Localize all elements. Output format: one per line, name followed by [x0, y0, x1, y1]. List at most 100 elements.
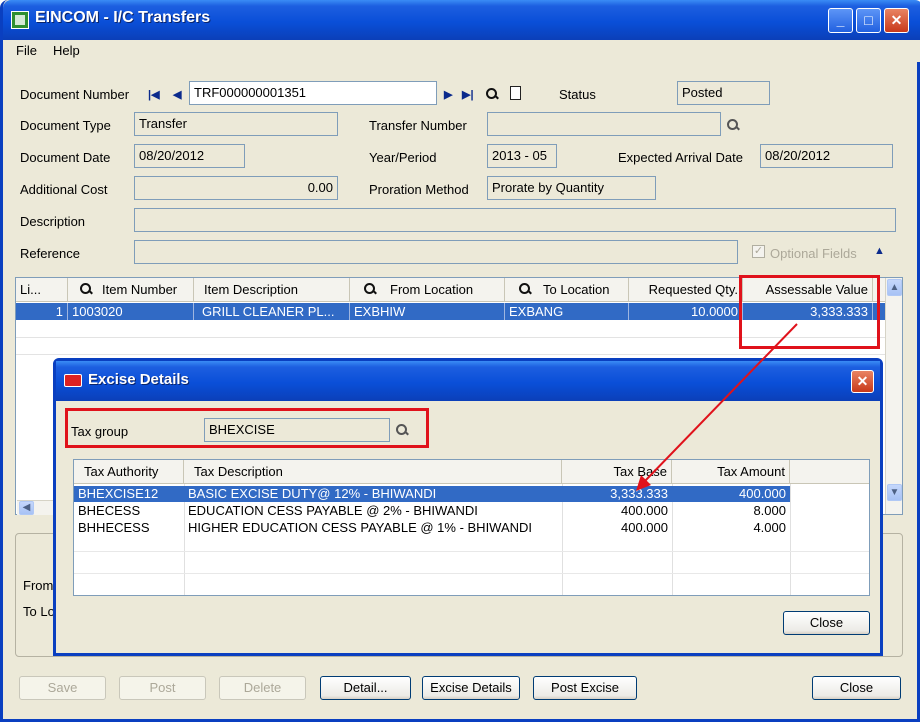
- reference-field[interactable]: [134, 240, 738, 264]
- year-period-label: Year/Period: [369, 150, 437, 165]
- dialog-title-bar[interactable]: Excise Details ✕: [56, 361, 880, 401]
- window-title: EINCOM - I/C Transfers: [35, 9, 211, 26]
- cell-tax-description: EDUCATION CESS PAYABLE @ 2% - BHIWANDI: [188, 503, 478, 518]
- grid-line: [74, 551, 869, 552]
- table-row[interactable]: BHECESS EDUCATION CESS PAYABLE @ 2% - BH…: [74, 503, 790, 519]
- delete-button[interactable]: Delete: [219, 676, 306, 700]
- description-label: Description: [20, 214, 86, 229]
- additional-cost-field[interactable]: 0.00: [134, 176, 338, 200]
- proration-method-label: Proration Method: [369, 182, 469, 197]
- cell-tax-description: HIGHER EDUCATION CESS PAYABLE @ 1% - BHI…: [188, 520, 533, 535]
- cell-tax-authority: BHHECESS: [78, 520, 150, 535]
- excise-details-dialog: Excise Details ✕ Tax group BHEXCISE Tax …: [53, 358, 883, 656]
- app-icon: [11, 11, 29, 29]
- col-to-location-header[interactable]: To Location: [505, 278, 629, 302]
- minimize-button[interactable]: _: [828, 8, 853, 33]
- col-item-description[interactable]: Item Description: [194, 278, 350, 302]
- cell-tax-authority: BHEXCISE12: [78, 486, 159, 501]
- optional-fields-label: Optional Fields: [770, 246, 857, 261]
- tax-group-finder-icon[interactable]: [396, 424, 408, 439]
- collapse-up-icon[interactable]: ▲: [874, 245, 885, 257]
- table-row[interactable]: BHEXCISE12 BASIC EXCISE DUTY@ 12% - BHIW…: [74, 486, 790, 502]
- document-type-label: Document Type: [20, 118, 111, 133]
- cell-tax-description: BASIC EXCISE DUTY@ 12% - BHIWANDI: [188, 486, 437, 501]
- cell-tax-base: 3,333.333: [610, 486, 668, 501]
- transfer-number-label: Transfer Number: [369, 118, 467, 133]
- to-location-finder-icon[interactable]: [519, 283, 531, 295]
- new-document-icon[interactable]: [510, 86, 521, 100]
- col-from-location-header[interactable]: From Location: [350, 278, 505, 302]
- scroll-left-icon[interactable]: ◀: [19, 501, 34, 515]
- document-date-label: Document Date: [20, 150, 111, 165]
- document-finder-icon[interactable]: [486, 88, 498, 103]
- cell-tax-base: 400.000: [621, 503, 668, 518]
- close-button[interactable]: Close: [812, 676, 901, 700]
- dialog-close-button[interactable]: Close: [783, 611, 870, 635]
- col-requested-qty[interactable]: Requested Qty.: [629, 278, 743, 302]
- description-field[interactable]: [134, 208, 896, 232]
- col-tax-amount[interactable]: Tax Amount: [672, 460, 790, 484]
- last-record-icon[interactable]: ▶|: [462, 88, 474, 101]
- dialog-icon: [64, 374, 82, 387]
- previous-record-icon[interactable]: ◀: [173, 88, 181, 101]
- to-location-label: To Lo: [23, 604, 55, 619]
- cell-from-location: EXBHIW: [350, 303, 505, 320]
- dialog-close-icon[interactable]: ✕: [851, 370, 874, 393]
- cell-tax-amount: 4.000: [753, 520, 786, 535]
- col-item-number: Item Number: [102, 282, 178, 297]
- tax-grid: Tax Authority Tax Description Tax Base T…: [73, 459, 870, 596]
- first-record-icon[interactable]: |◀: [148, 88, 160, 101]
- col-tax-authority[interactable]: Tax Authority: [74, 460, 184, 484]
- cell-tax-authority: BHECESS: [78, 503, 141, 518]
- dialog-title: Excise Details: [88, 371, 189, 388]
- reference-label: Reference: [20, 246, 80, 261]
- assessable-value-highlight: [739, 275, 880, 349]
- next-record-icon[interactable]: ▶: [444, 88, 452, 101]
- close-window-button[interactable]: ✕: [884, 8, 909, 33]
- transfer-number-field[interactable]: [487, 112, 721, 136]
- cell-tax-amount: 8.000: [753, 503, 786, 518]
- tax-group-label: Tax group: [71, 424, 129, 439]
- excise-details-button[interactable]: Excise Details: [422, 676, 520, 700]
- scroll-up-icon[interactable]: ▲: [887, 279, 902, 296]
- expected-arrival-field[interactable]: 08/20/2012: [760, 144, 893, 168]
- grid-horizontal-scrollbar[interactable]: ◀: [17, 500, 53, 515]
- post-button[interactable]: Post: [119, 676, 206, 700]
- cell-tax-amount: 400.000: [739, 486, 786, 501]
- grid-line: [16, 354, 886, 355]
- col-line[interactable]: Li...: [16, 278, 68, 302]
- menu-help[interactable]: Help: [53, 43, 80, 58]
- document-type-field[interactable]: Transfer: [134, 112, 338, 136]
- post-excise-button[interactable]: Post Excise: [533, 676, 637, 700]
- optional-fields-checkbox[interactable]: ✓: [752, 245, 765, 258]
- cell-item-number: 1003020: [68, 303, 194, 320]
- table-row[interactable]: BHHECESS HIGHER EDUCATION CESS PAYABLE @…: [74, 520, 790, 536]
- cell-to-location: EXBANG: [505, 303, 629, 320]
- from-label: From: [23, 578, 54, 593]
- scroll-down-icon[interactable]: ▼: [887, 484, 902, 501]
- col-tax-description[interactable]: Tax Description: [184, 460, 562, 484]
- transfer-number-finder-icon[interactable]: [727, 119, 739, 134]
- grid-vertical-scrollbar[interactable]: ▲ ▼: [885, 278, 902, 514]
- maximize-button[interactable]: □: [856, 8, 881, 33]
- grid-line: [790, 484, 791, 595]
- item-number-finder-icon[interactable]: [80, 283, 92, 295]
- grid-line: [74, 573, 869, 574]
- status-label: Status: [559, 87, 596, 102]
- detail-button[interactable]: Detail...: [320, 676, 411, 700]
- proration-method-field[interactable]: Prorate by Quantity: [487, 176, 656, 200]
- year-period-field[interactable]: 2013 - 05: [487, 144, 557, 168]
- save-button[interactable]: Save: [19, 676, 106, 700]
- tax-group-field[interactable]: BHEXCISE: [204, 418, 390, 442]
- document-number-input[interactable]: TRF000000001351: [189, 81, 437, 105]
- document-date-field[interactable]: 08/20/2012: [134, 144, 245, 168]
- cell-line: 1: [16, 303, 68, 320]
- status-field: Posted: [677, 81, 770, 105]
- menu-file[interactable]: File: [16, 43, 37, 58]
- col-item-number-header[interactable]: Item Number: [68, 278, 194, 302]
- col-tax-base[interactable]: Tax Base: [562, 460, 672, 484]
- cell-tax-base: 400.000: [621, 520, 668, 535]
- from-location-finder-icon[interactable]: [364, 283, 376, 295]
- col-to-location: To Location: [543, 282, 610, 297]
- title-bar[interactable]: EINCOM - I/C Transfers _ □ ✕: [3, 0, 920, 40]
